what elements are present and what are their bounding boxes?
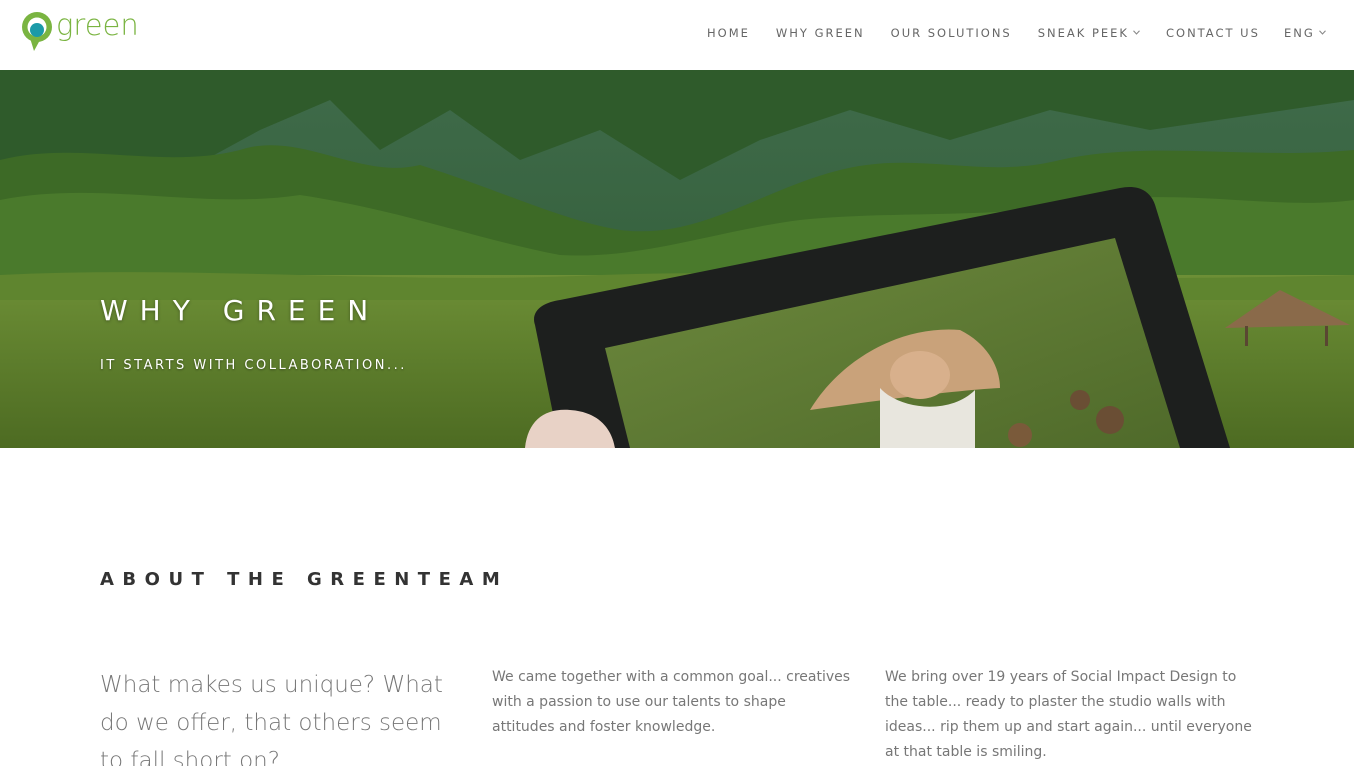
logo-wordmark: green	[56, 8, 139, 42]
about-column-3-text: We bring over 19 years of Social Impact …	[885, 669, 1252, 760]
nav-sneak-peek[interactable]: SNEAK PEEK	[1038, 26, 1140, 40]
nav-sneak-peek-label: SNEAK PEEK	[1037, 26, 1129, 40]
nav-our-solutions-label: OUR SOLUTIONS	[890, 26, 1012, 40]
about-section-title: ABOUT THE GREENTEAM	[100, 569, 509, 590]
nav-why-green-label: WHY GREEN	[775, 26, 865, 40]
nav-home[interactable]: HOME	[707, 26, 750, 40]
language-selector[interactable]: ENG	[1284, 26, 1326, 40]
language-label: ENG	[1284, 26, 1315, 40]
nav-contact-us[interactable]: CONTACT US	[1166, 26, 1260, 40]
hero-title: WHY GREEN	[100, 294, 381, 327]
hero-subtitle: IT STARTS WITH COLLABORATION...	[100, 358, 407, 373]
nav-our-solutions[interactable]: OUR SOLUTIONS	[891, 26, 1012, 40]
about-column-2-text: We came together with a common goal... c…	[492, 669, 851, 735]
nav-home-label: HOME	[707, 26, 750, 40]
chevron-down-icon	[1318, 28, 1326, 38]
hero-background-image	[0, 70, 1354, 448]
main-nav: HOME WHY GREEN OUR SOLUTIONS SNEAK PEEK …	[707, 26, 1260, 40]
site-header: green HOME WHY GREEN OUR SOLUTIONS SNEAK…	[0, 0, 1354, 70]
logo-pin-icon	[20, 10, 54, 52]
about-lead-text: What makes us unique? What do we offer, …	[100, 672, 443, 766]
hero-banner: WHY GREEN IT STARTS WITH COLLABORATION..…	[0, 70, 1354, 448]
nav-why-green[interactable]: WHY GREEN	[776, 26, 865, 40]
logo[interactable]: green	[20, 10, 139, 54]
nav-contact-us-label: CONTACT US	[1165, 26, 1260, 40]
chevron-down-icon	[1133, 28, 1140, 38]
